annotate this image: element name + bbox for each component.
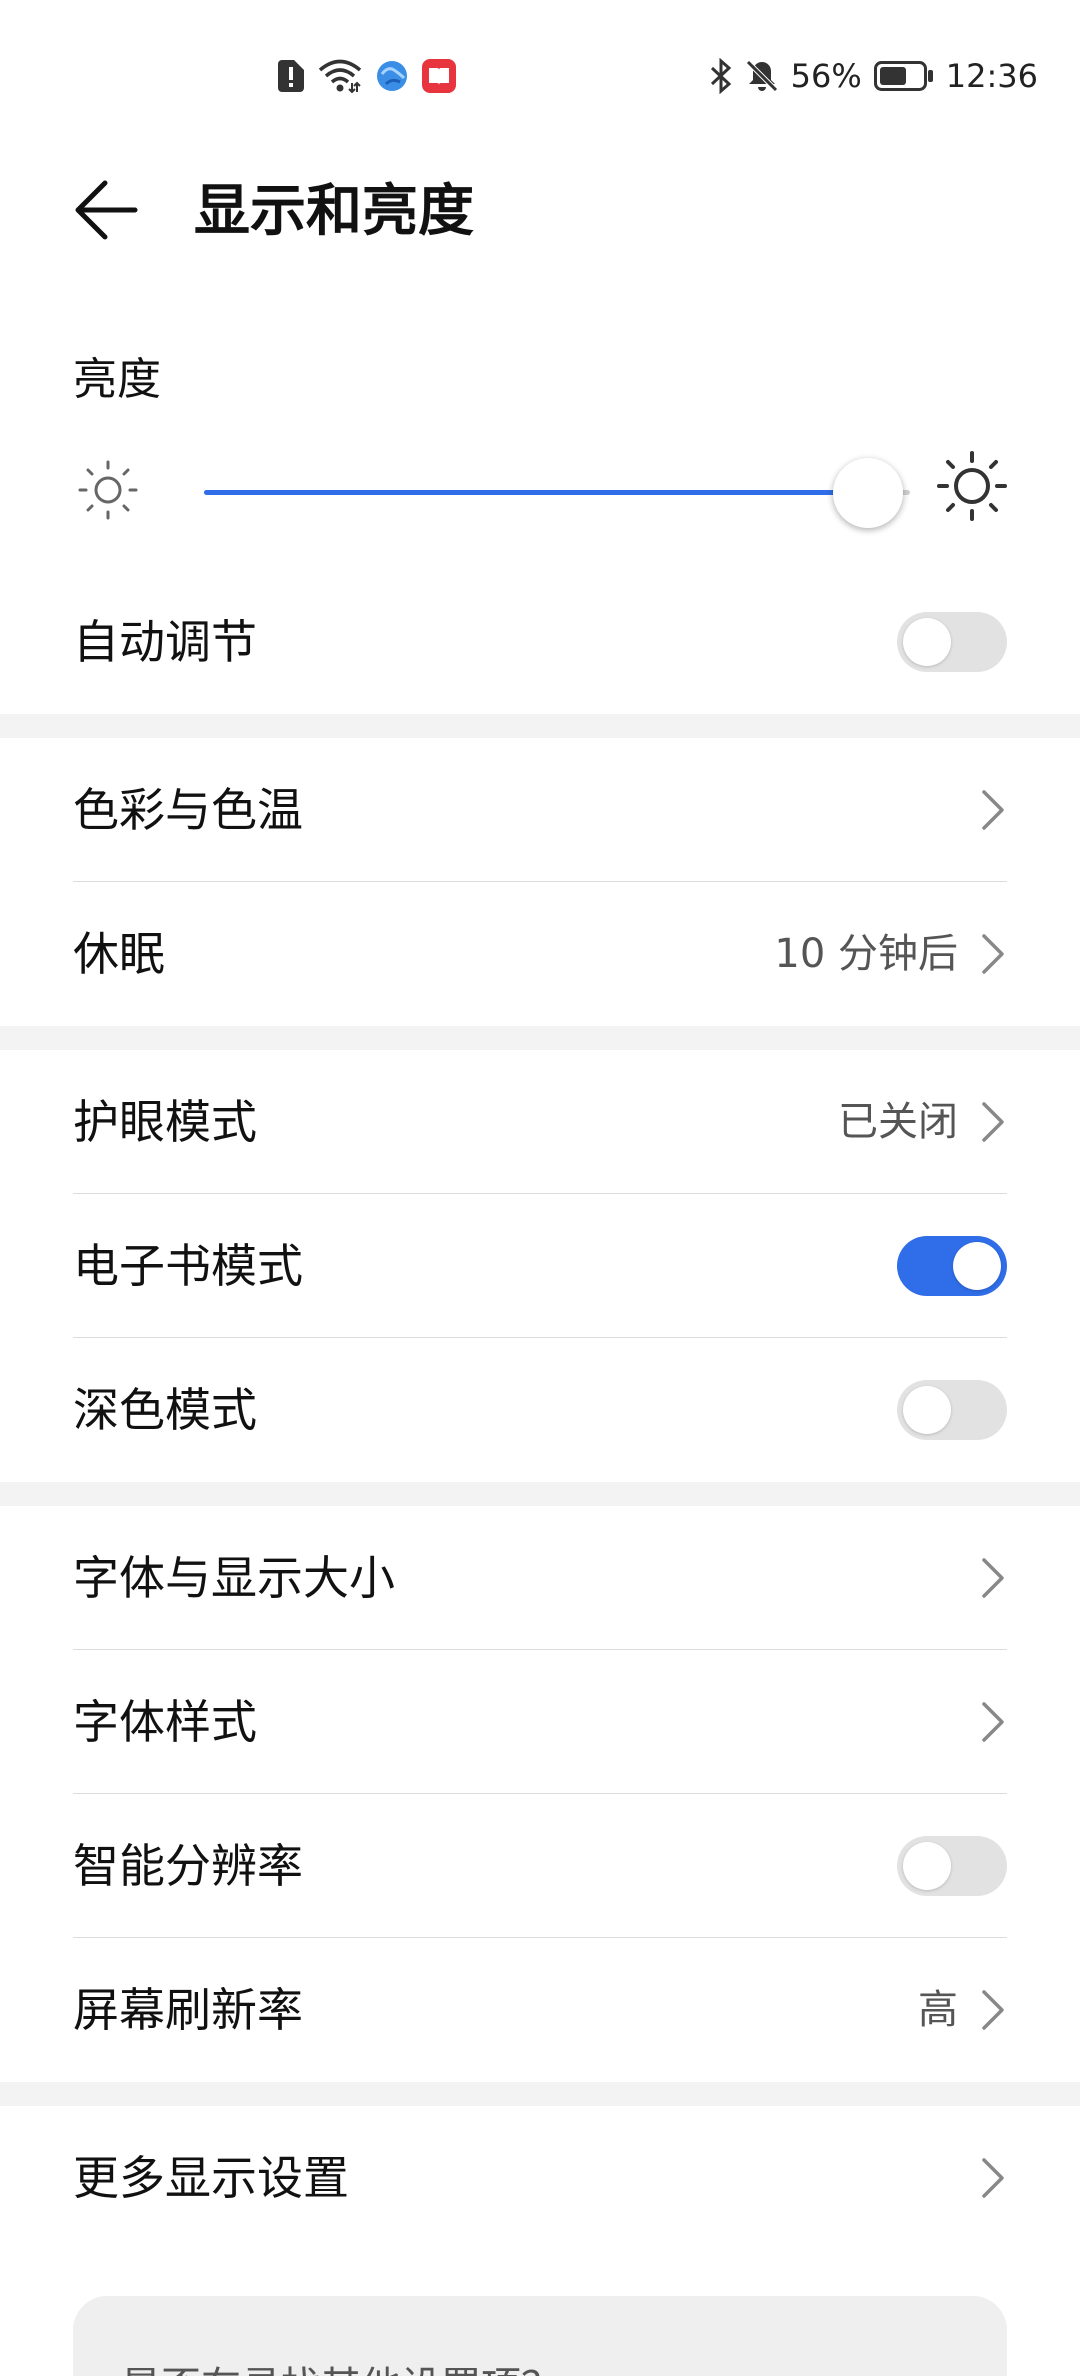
toggle-knob (903, 1386, 951, 1434)
eye-comfort-label: 护眼模式 (73, 1095, 257, 1149)
smart-resolution-label: 智能分辨率 (73, 1839, 303, 1893)
row-font-size[interactable]: 字体与显示大小 (0, 1506, 1080, 1650)
book-app-icon (422, 59, 456, 93)
browser-icon (377, 61, 407, 91)
mute-bell-icon (745, 60, 778, 92)
row-color-temp[interactable]: 色彩与色温 (0, 738, 1080, 882)
chevron-right-icon (982, 1558, 1004, 1598)
smart-resolution-toggle[interactable] (897, 1836, 1007, 1896)
toggle-knob (903, 618, 951, 666)
status-icons-left (278, 56, 456, 96)
row-refresh-rate[interactable]: 屏幕刷新率 高 (0, 1938, 1080, 2082)
bluetooth-icon (710, 58, 731, 94)
search-suggestion-text: 是否在寻找其他设置项？ (121, 2354, 561, 2376)
chevron-right-icon (982, 2158, 1004, 2198)
ebook-mode-label: 电子书模式 (73, 1239, 303, 1293)
color-temp-label: 色彩与色温 (73, 783, 303, 837)
dark-mode-toggle[interactable] (897, 1380, 1007, 1440)
battery-icon (873, 61, 933, 91)
sun-bright-icon (937, 451, 1007, 521)
row-font-style[interactable]: 字体样式 (0, 1650, 1080, 1794)
sun-dim-icon (78, 460, 138, 520)
font-style-label: 字体样式 (73, 1695, 257, 1749)
status-bar: 56% 12:36 (0, 0, 1080, 150)
page-title: 显示和亮度 (194, 179, 474, 244)
ebook-mode-toggle[interactable] (897, 1236, 1007, 1296)
auto-adjust-toggle[interactable] (897, 612, 1007, 672)
slider-fill (204, 490, 868, 495)
row-eye-comfort[interactable]: 护眼模式 已关闭 (0, 1050, 1080, 1194)
chevron-right-icon (982, 790, 1004, 830)
chevron-right-icon (982, 1990, 1004, 2030)
row-sleep[interactable]: 休眠 10 分钟后 (0, 882, 1080, 1026)
battery-percent: 56% (790, 57, 862, 95)
app-header: 显示和亮度 (0, 150, 1080, 330)
refresh-rate-value: 高 (918, 1987, 958, 2033)
dark-mode-label: 深色模式 (73, 1383, 257, 1437)
sim-alert-icon (278, 60, 304, 92)
search-suggestion-card[interactable]: 是否在寻找其他设置项？ (73, 2296, 1007, 2376)
wifi-icon (318, 59, 362, 93)
sleep-label: 休眠 (73, 927, 165, 981)
sleep-value: 10 分钟后 (774, 931, 958, 977)
toggle-knob (903, 1842, 951, 1890)
auto-adjust-label: 自动调节 (73, 615, 257, 669)
row-smart-resolution[interactable]: 智能分辨率 (0, 1794, 1080, 1938)
row-ebook-mode[interactable]: 电子书模式 (0, 1194, 1080, 1338)
row-auto-adjust[interactable]: 自动调节 (0, 570, 1080, 714)
back-button[interactable] (66, 170, 146, 250)
row-dark-mode[interactable]: 深色模式 (0, 1338, 1080, 1482)
brightness-slider[interactable] (204, 458, 910, 528)
refresh-rate-label: 屏幕刷新率 (73, 1983, 303, 2037)
chevron-right-icon (982, 1102, 1004, 1142)
eye-comfort-value: 已关闭 (838, 1099, 958, 1145)
row-more-display[interactable]: 更多显示设置 (0, 2106, 1080, 2250)
status-icons-right: 56% 12:36 (709, 56, 1038, 96)
chevron-right-icon (982, 1702, 1004, 1742)
brightness-label: 亮度 (73, 354, 161, 405)
clock: 12:36 (945, 57, 1038, 95)
arrow-back-icon (75, 180, 138, 240)
font-size-label: 字体与显示大小 (73, 1551, 395, 1605)
chevron-right-icon (982, 934, 1004, 974)
toggle-knob (953, 1242, 1001, 1290)
more-display-label: 更多显示设置 (73, 2151, 349, 2205)
slider-thumb[interactable] (832, 458, 903, 528)
